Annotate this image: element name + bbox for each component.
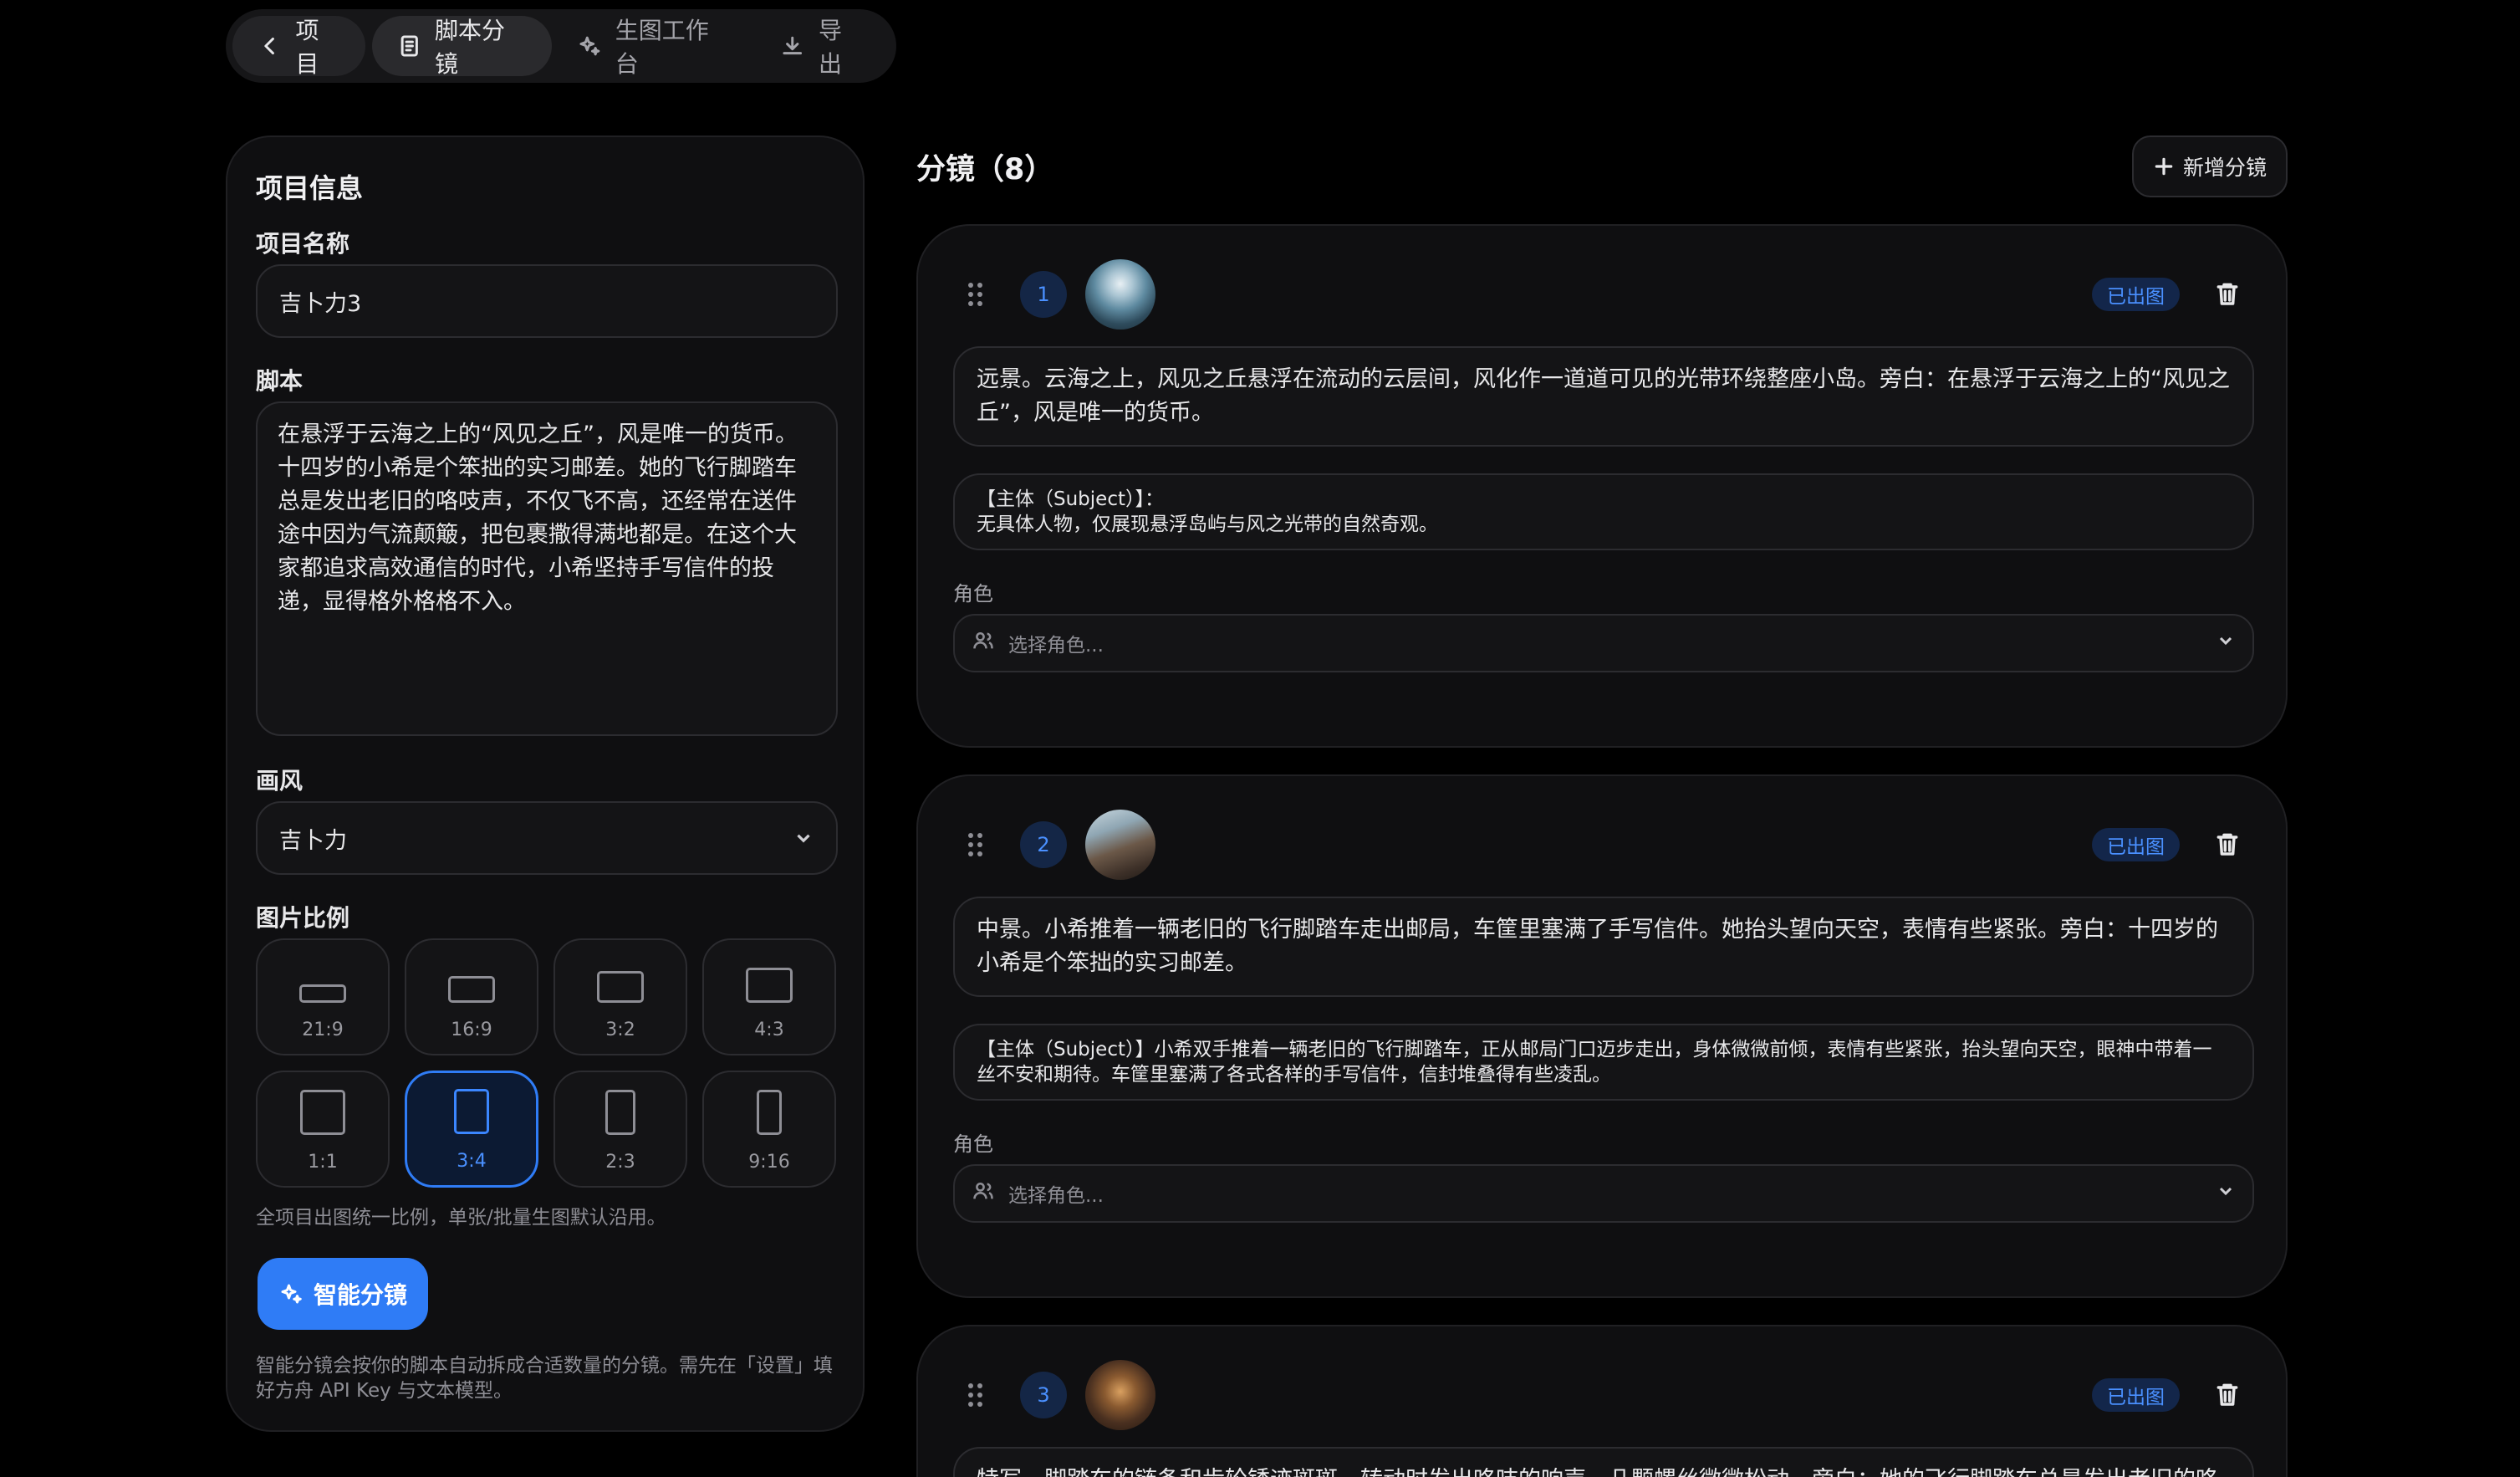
shot-number: 2 — [1020, 821, 1067, 868]
chevron-down-icon — [797, 834, 810, 843]
add-shot-label: 新增分镜 — [2182, 156, 2267, 180]
ratio-shape-icon — [757, 1090, 782, 1135]
style-select[interactable]: 吉卜力 — [256, 801, 838, 875]
ratio-shape-icon — [746, 968, 793, 1003]
ratio-grid: 21:9 16:9 3:2 4:3 1:1 3:4 2:3 9:16 — [256, 938, 838, 1188]
chevron-left-icon — [264, 37, 274, 55]
tab-image-workbench[interactable]: 生图工作台 — [552, 16, 755, 78]
trash-icon — [2216, 283, 2238, 305]
back-label: 项目 — [295, 17, 319, 78]
shot-description[interactable]: 中景。小希推着一辆老旧的飞行脚踏车走出邮局，车筐里塞满了手写信件。她抬头望向天空… — [953, 897, 2254, 997]
tab-label: 生图工作台 — [615, 17, 709, 78]
style-label: 画风 — [256, 767, 304, 795]
shot-card: 1 已出图 远景。云海之上，风见之丘悬浮在流动的云层间，风化作一道道可见的光带环… — [916, 224, 2288, 748]
shot-thumbnail[interactable] — [1085, 810, 1155, 880]
delete-shot-button[interactable] — [2214, 830, 2241, 858]
shot-thumbnail[interactable] — [1085, 259, 1155, 330]
project-info-panel: 项目信息 项目名称 吉卜力3 脚本 在悬浮于云海之上的“风见之丘”，风是唯一的货… — [226, 135, 865, 1432]
role-label: 角色 — [953, 1132, 993, 1156]
shot-thumbnail[interactable] — [1085, 1360, 1155, 1430]
trash-icon — [2216, 1383, 2238, 1406]
ratio-option-2-3[interactable]: 2:3 — [553, 1071, 687, 1188]
project-name-input[interactable]: 吉卜力3 — [256, 264, 838, 338]
ratio-option-label: 9:16 — [748, 1152, 790, 1173]
ratio-shape-icon — [597, 971, 644, 1003]
download-icon — [783, 36, 803, 55]
status-badge: 已出图 — [2092, 1378, 2180, 1412]
status-badge: 已出图 — [2092, 278, 2180, 311]
sparkles-icon — [281, 1284, 302, 1304]
users-icon — [973, 1182, 993, 1199]
role-label: 角色 — [953, 582, 993, 606]
project-name-label: 项目名称 — [256, 230, 350, 258]
shot-prompt[interactable]: 【主体（Subject）】小希双手推着一辆老旧的飞行脚踏车，正从邮局门口迈步走出… — [953, 1024, 2254, 1101]
drag-handle-icon[interactable] — [968, 1383, 983, 1407]
plus-icon — [2155, 157, 2173, 176]
delete-shot-button[interactable] — [2214, 279, 2241, 308]
ratio-shape-icon — [299, 984, 346, 1003]
ratio-option-9-16[interactable]: 9:16 — [702, 1071, 836, 1188]
add-shot-button[interactable]: 新增分镜 — [2132, 135, 2288, 197]
ratio-option-16-9[interactable]: 16:9 — [405, 938, 538, 1055]
users-icon — [973, 631, 993, 649]
tab-label: 导出 — [818, 17, 842, 78]
shot-number: 3 — [1020, 1372, 1067, 1418]
ratio-shape-icon — [448, 976, 495, 1003]
smart-storyboard-note: 智能分镜会按你的脚本自动拆成合适数量的分镜。需先在「设置」填好方舟 API Ke… — [256, 1355, 833, 1402]
delete-shot-button[interactable] — [2214, 1380, 2241, 1408]
ratio-option-21-9[interactable]: 21:9 — [256, 938, 390, 1055]
ratio-option-label: 4:3 — [754, 1020, 784, 1040]
shot-card: 2 已出图 中景。小希推着一辆老旧的飞行脚踏车走出邮局，车筐里塞满了手写信件。她… — [916, 774, 2288, 1298]
top-nav: 项目 脚本分镜 生图工作台 导出 — [226, 9, 896, 83]
tab-label: 脚本分镜 — [435, 17, 506, 78]
ratio-shape-icon — [605, 1090, 635, 1135]
role-placeholder: 选择角色... — [1008, 635, 1104, 657]
shot-description[interactable]: 远景。云海之上，风见之丘悬浮在流动的云层间，风化作一道道可见的光带环绕整座小岛。… — [953, 346, 2254, 447]
panel-title: 项目信息 — [256, 172, 364, 204]
ratio-option-label: 3:2 — [605, 1020, 635, 1040]
ratio-note: 全项目出图统一比例，单张/批量生图默认沿用。 — [256, 1207, 666, 1229]
style-value: 吉卜力 — [279, 827, 347, 854]
script-label: 脚本 — [256, 367, 304, 395]
role-select[interactable]: 选择角色... — [953, 1164, 2254, 1223]
chevron-down-icon — [2219, 1187, 2232, 1196]
role-select[interactable]: 选择角色... — [953, 614, 2254, 672]
document-list-icon — [400, 35, 418, 57]
ratio-option-label: 3:4 — [457, 1151, 487, 1172]
storyboard-title: 分镜（8） — [916, 153, 1054, 187]
ratio-option-4-3[interactable]: 4:3 — [702, 938, 836, 1055]
shot-card: 3 已出图 特写。脚踏车的链条和齿轮锈迹斑斑，转动时发出咯吱的响声，几颗螺丝微微… — [916, 1325, 2288, 1477]
shot-number: 1 — [1020, 271, 1067, 318]
ratio-shape-icon — [300, 1090, 345, 1135]
role-placeholder: 选择角色... — [1008, 1185, 1104, 1207]
trash-icon — [2216, 833, 2238, 856]
script-textarea[interactable]: 在悬浮于云海之上的“风见之丘”，风是唯一的货币。十四岁的小希是个笨拙的实习邮差。… — [256, 401, 838, 736]
tab-export[interactable]: 导出 — [755, 16, 890, 78]
drag-handle-icon[interactable] — [968, 833, 983, 856]
shot-description[interactable]: 特写。脚踏车的链条和齿轮锈迹斑斑，转动时发出咯吱的响声，几颗螺丝微微松动。旁白：… — [953, 1447, 2254, 1477]
shot-prompt[interactable]: 【主体（Subject）】： 无具体人物，仅展现悬浮岛屿与风之光带的自然奇观。 — [953, 473, 2254, 550]
ratio-shape-icon — [454, 1089, 489, 1134]
ratio-option-label: 1:1 — [308, 1152, 338, 1173]
ratio-option-3-2[interactable]: 3:2 — [553, 938, 687, 1055]
drag-handle-icon[interactable] — [968, 283, 983, 306]
ratio-label: 图片比例 — [256, 904, 350, 932]
ratio-option-3-4[interactable]: 3:4 — [405, 1071, 538, 1188]
smart-button-label: 智能分镜 — [313, 1281, 407, 1309]
ratio-option-1-1[interactable]: 1:1 — [256, 1071, 390, 1188]
ratio-option-label: 21:9 — [302, 1020, 344, 1040]
ratio-option-label: 16:9 — [451, 1020, 492, 1040]
tab-script-storyboard[interactable]: 脚本分镜 — [371, 16, 553, 78]
project-name-value: 吉卜力3 — [279, 290, 362, 317]
status-badge: 已出图 — [2092, 828, 2180, 861]
sparkles-icon — [579, 36, 600, 56]
smart-storyboard-button[interactable]: 智能分镜 — [258, 1258, 428, 1330]
back-to-project-button[interactable]: 项目 — [232, 16, 365, 78]
chevron-down-icon — [2219, 636, 2232, 646]
ratio-option-label: 2:3 — [605, 1152, 635, 1173]
